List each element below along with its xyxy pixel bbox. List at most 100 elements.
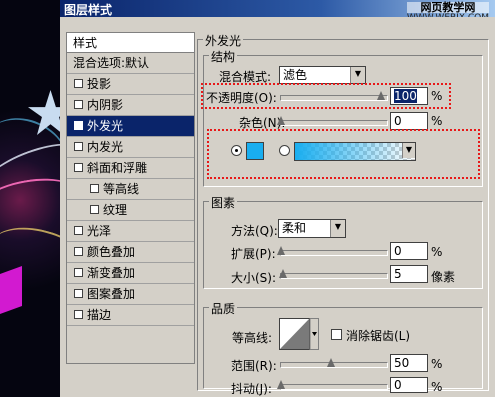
style-item-label: 光泽 [87, 224, 112, 238]
quality-group [203, 307, 483, 389]
style-item-label: 外发光 [87, 119, 124, 133]
style-item-label: 内发光 [87, 140, 124, 154]
spread-unit: % [431, 245, 443, 259]
style-item[interactable]: 斜面和浮雕 [67, 158, 194, 179]
jitter-label: 抖动(J): [231, 382, 272, 396]
noise-input[interactable]: 0 [390, 112, 428, 130]
style-item-checkbox[interactable] [74, 268, 83, 277]
style-item[interactable]: ✓ 外发光 [67, 116, 194, 137]
size-unit: 像素 [431, 270, 456, 284]
style-item-checkbox[interactable] [74, 79, 83, 88]
spread-input[interactable]: 0 [390, 242, 428, 260]
chevron-down-icon: ▼ [330, 220, 345, 237]
spread-label: 扩展(P): [231, 247, 276, 261]
outer-glow-panel: 外发光 结构 混合模式: 滤色 ▼ 不透明度(O): 100 % 杂色(N): … [197, 32, 489, 396]
style-item-label: 渐变叠加 [87, 266, 136, 280]
style-item-checkbox[interactable]: ✓ [74, 121, 83, 131]
style-item-checkbox[interactable] [90, 205, 99, 214]
style-item[interactable]: 渐变叠加 [67, 263, 194, 284]
range-label: 范围(R): [231, 359, 277, 373]
style-item[interactable]: 等高线 [67, 179, 194, 200]
style-item-checkbox[interactable] [74, 289, 83, 298]
style-item-checkbox[interactable] [74, 226, 83, 235]
style-item[interactable]: 内发光 [67, 137, 194, 158]
blend-mode-value: 滤色 [283, 68, 308, 82]
elements-title: 图素 [209, 194, 238, 211]
chevron-down-icon: ▼ [350, 67, 365, 83]
technique-value: 柔和 [282, 221, 307, 235]
jitter-input[interactable]: 0 [390, 377, 428, 393]
gradient-radio[interactable] [279, 145, 290, 156]
style-item-label: 混合选项:默认 [73, 56, 150, 70]
chevron-down-icon: ▼ [402, 143, 415, 158]
styles-items: 混合选项:默认投影内阴影 ✓ 外发光内发光斜面和浮雕等高线纹理光泽颜色叠加渐变叠加图… [67, 53, 194, 326]
style-item-label: 描边 [87, 308, 112, 322]
anti-aliased-label: 消除锯齿(L) [346, 329, 411, 343]
style-item[interactable]: 内阴影 [67, 95, 194, 116]
jitter-slider[interactable] [277, 380, 388, 390]
noise-slider-thumb[interactable] [277, 116, 285, 125]
range-input[interactable]: 50 [390, 354, 428, 372]
style-item-label: 投影 [87, 77, 112, 91]
style-item-label: 纹理 [103, 203, 128, 217]
style-item[interactable]: 混合选项:默认 [67, 53, 194, 74]
style-item[interactable]: 描边 [67, 305, 194, 326]
opacity-value: 100 [394, 89, 417, 103]
spread-slider-thumb[interactable] [277, 246, 285, 255]
spread-slider[interactable] [277, 246, 388, 256]
technique-select[interactable]: 柔和 ▼ [278, 219, 346, 238]
size-value: 5 [394, 267, 402, 281]
anti-aliased-checkbox[interactable] [331, 329, 342, 340]
blend-mode-select[interactable]: 滤色 ▼ [279, 66, 366, 84]
solid-color-radio[interactable] [231, 145, 242, 156]
style-item-checkbox[interactable] [74, 163, 83, 172]
style-item-label: 斜面和浮雕 [87, 161, 148, 175]
watermark-line-1: 网页教学网 [406, 2, 489, 13]
size-input[interactable]: 5 [390, 265, 428, 283]
jitter-unit: % [431, 380, 443, 394]
size-label: 大小(S): [231, 271, 277, 285]
style-item-checkbox[interactable] [74, 247, 83, 256]
style-item[interactable]: 光泽 [67, 221, 194, 242]
window-title: 图层样式 [64, 3, 113, 17]
style-item[interactable]: 颜色叠加 [67, 242, 194, 263]
style-item-label: 内阴影 [87, 98, 124, 112]
range-slider-thumb[interactable] [327, 358, 335, 367]
range-unit: % [431, 357, 443, 371]
styles-header-label: 样式 [73, 36, 98, 50]
outer-glow-title: 外发光 [203, 32, 244, 49]
jitter-slider-thumb[interactable] [277, 380, 285, 389]
style-item[interactable]: 纹理 [67, 200, 194, 221]
opacity-slider[interactable] [280, 91, 388, 101]
range-slider[interactable] [280, 358, 388, 368]
size-slider[interactable] [279, 269, 388, 279]
style-item-label: 图案叠加 [87, 287, 136, 301]
opacity-unit: % [431, 89, 443, 103]
style-item-checkbox[interactable] [74, 310, 83, 319]
range-value: 50 [394, 356, 410, 370]
noise-unit: % [431, 114, 443, 128]
noise-value: 0 [394, 114, 402, 128]
contour-picker[interactable] [279, 318, 319, 350]
style-item-checkbox[interactable] [74, 100, 83, 109]
opacity-slider-thumb[interactable] [377, 91, 385, 100]
opacity-label: 不透明度(O): [206, 91, 277, 105]
style-item-checkbox[interactable] [90, 184, 99, 193]
style-item-checkbox[interactable] [74, 142, 83, 151]
styles-list: 样式 混合选项:默认投影内阴影 ✓ 外发光内发光斜面和浮雕等高线纹理光泽颜色叠加渐变… [66, 32, 195, 364]
style-item[interactable]: 投影 [67, 74, 194, 95]
structure-title: 结构 [209, 48, 238, 65]
contour-preview-icon [279, 318, 319, 350]
style-item-label: 等高线 [103, 182, 140, 196]
style-item-label: 颜色叠加 [87, 245, 136, 259]
glow-gradient-picker[interactable]: ▼ [294, 142, 416, 161]
styles-list-header[interactable]: 样式 [66, 32, 195, 53]
size-slider-thumb[interactable] [279, 269, 287, 278]
contour-label: 等高线: [232, 331, 273, 345]
layer-style-dialog: 样式 混合选项:默认投影内阴影 ✓ 外发光内发光斜面和浮雕等高线纹理光泽颜色叠加渐变… [60, 17, 495, 397]
noise-slider[interactable] [277, 116, 388, 126]
glow-color-swatch[interactable] [246, 142, 264, 160]
opacity-input[interactable]: 100 [390, 87, 428, 105]
style-item[interactable]: 图案叠加 [67, 284, 194, 305]
title-bar: 图层样式 网页教学网 WWW.WEBJX.COM [60, 0, 495, 23]
